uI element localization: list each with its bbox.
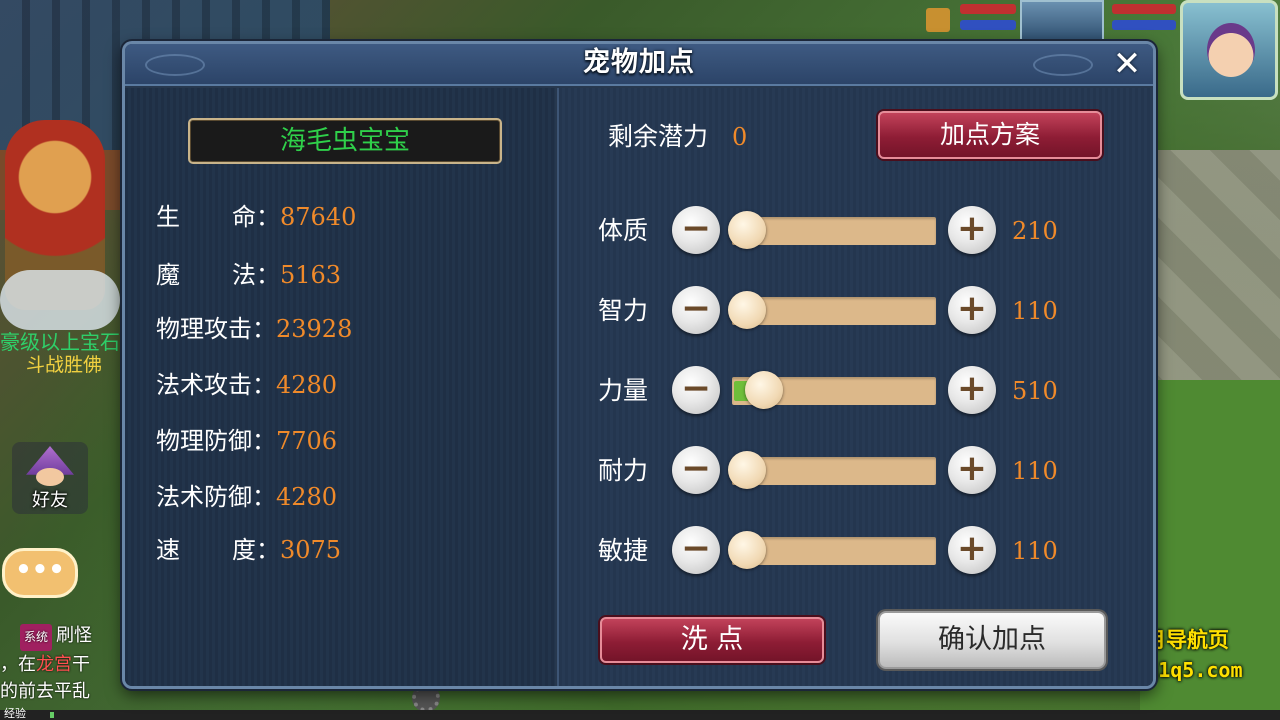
decrease-button[interactable]: −: [672, 206, 720, 254]
stat-value: 5163: [280, 261, 342, 289]
slider-thumb[interactable]: [728, 211, 766, 249]
player-mp-bar: [1112, 20, 1176, 30]
attribute-label: 智力: [598, 296, 649, 325]
increase-button[interactable]: +: [948, 286, 996, 334]
increase-button[interactable]: +: [948, 526, 996, 574]
stat-colon: ：: [256, 203, 280, 231]
decrease-button[interactable]: −: [672, 366, 720, 414]
minus-icon: −: [680, 448, 712, 489]
stat-colon: ：: [252, 371, 276, 399]
chat-location: 龙宫: [36, 654, 72, 675]
stat-label: 法术防御: [156, 483, 252, 511]
stat-row-speed: 速度：3075: [156, 535, 341, 565]
slider-thumb[interactable]: [728, 531, 766, 569]
minus-icon: −: [680, 528, 712, 569]
stat-value: 4280: [276, 371, 338, 399]
pet-portrait[interactable]: [1020, 0, 1104, 46]
attribute-row-strength: 力量 − + 510: [598, 366, 1078, 416]
plus-icon: +: [956, 528, 988, 569]
experience-fill: [50, 712, 54, 718]
attribute-row-constitution: 体质 − + 210: [598, 206, 1078, 256]
buff-icon[interactable]: [926, 8, 950, 32]
decrease-button[interactable]: −: [672, 526, 720, 574]
stat-colon: ：: [256, 261, 280, 289]
plus-icon: +: [956, 368, 988, 409]
stat-row-mp: 魔法：5163: [156, 260, 341, 290]
minus-icon: −: [680, 288, 712, 329]
attribute-value: 110: [1012, 457, 1058, 485]
pet-name: 海毛虫宝宝: [188, 118, 502, 164]
experience-label: 经验: [4, 707, 26, 720]
pet-mp-bar: [960, 20, 1016, 30]
decrease-button[interactable]: −: [672, 286, 720, 334]
decrease-button[interactable]: −: [672, 446, 720, 494]
attribute-label: 体质: [598, 216, 649, 245]
stat-row-magic-attack: 法术攻击：4280: [156, 370, 337, 400]
remaining-potential-value: 0: [732, 123, 748, 151]
experience-bar: 经验: [0, 707, 1280, 720]
plus-icon: +: [956, 288, 988, 329]
stat-value: 4280: [276, 483, 338, 511]
player-avatar-icon: [1207, 23, 1255, 77]
attribute-row-intelligence: 智力 − + 110: [598, 286, 1078, 336]
reset-points-button[interactable]: 洗 点: [600, 617, 824, 663]
player-hp-bar: [1112, 4, 1176, 14]
chat-bubble-icon[interactable]: •••: [2, 548, 78, 598]
increase-button[interactable]: +: [948, 446, 996, 494]
attribute-value: 110: [1012, 297, 1058, 325]
attribute-label: 敏捷: [598, 536, 649, 565]
friend-button[interactable]: 好友: [12, 442, 88, 514]
chat-line: ，在: [0, 654, 36, 675]
stat-row-physical-attack: 物理攻击：23928: [156, 314, 352, 344]
npc-cloud: [0, 270, 120, 330]
point-plan-button[interactable]: 加点方案: [878, 111, 1102, 159]
chat-system-tag: 系统: [20, 624, 53, 651]
dialog-header: 宠物加点 ✕: [125, 44, 1153, 86]
increase-button[interactable]: +: [948, 366, 996, 414]
attribute-label: 力量: [598, 376, 649, 405]
friend-label: 好友: [32, 490, 68, 511]
stat-value: 7706: [276, 427, 338, 455]
stat-row-physical-defense: 物理防御：7706: [156, 426, 337, 456]
pet-hp-bar: [960, 4, 1016, 14]
player-portrait[interactable]: [1180, 0, 1278, 100]
attribute-value: 510: [1012, 377, 1058, 405]
chat-line: 干: [72, 654, 90, 675]
stat-colon: ：: [252, 427, 276, 455]
attribute-label: 耐力: [598, 456, 649, 485]
attribute-value: 110: [1012, 537, 1058, 565]
remaining-potential-label: 剩余潜力: [608, 122, 709, 151]
stat-label: 物理防御: [156, 427, 252, 455]
slider-thumb[interactable]: [728, 451, 766, 489]
stat-label: 物理攻击: [156, 315, 252, 343]
plus-icon: +: [956, 448, 988, 489]
stat-label: 法术攻击: [156, 371, 252, 399]
stat-colon: ：: [256, 536, 280, 564]
increase-button[interactable]: +: [948, 206, 996, 254]
chat-log[interactable]: 系统 刷怪 ，在龙宫干 的前去平乱: [0, 622, 125, 705]
stat-row-hp: 生命：87640: [156, 202, 356, 232]
close-icon[interactable]: ✕: [1107, 46, 1147, 84]
plus-icon: +: [956, 208, 988, 249]
stat-colon: ：: [252, 315, 276, 343]
attribute-row-agility: 敏捷 − + 110: [598, 526, 1078, 576]
stat-row-magic-defense: 法术防御：4280: [156, 482, 337, 512]
attribute-row-endurance: 耐力 − + 110: [598, 446, 1078, 496]
minus-icon: −: [680, 208, 712, 249]
chat-line: 刷怪: [56, 625, 93, 646]
attribute-value: 210: [1012, 217, 1058, 245]
chat-line: 的前去平乱: [0, 681, 90, 702]
npc-name-text: 斗战胜佛: [26, 354, 103, 376]
friend-avatar-icon: [36, 468, 64, 486]
slider-thumb[interactable]: [744, 371, 783, 409]
minus-icon: −: [680, 368, 712, 409]
stat-value: 3075: [280, 536, 342, 564]
dialog-title: 宠物加点: [583, 47, 695, 78]
stat-colon: ：: [252, 483, 276, 511]
confirm-points-button[interactable]: 确认加点: [878, 611, 1106, 669]
slider-thumb[interactable]: [728, 291, 766, 329]
stat-value: 87640: [280, 203, 357, 231]
stat-value: 23928: [276, 315, 353, 343]
